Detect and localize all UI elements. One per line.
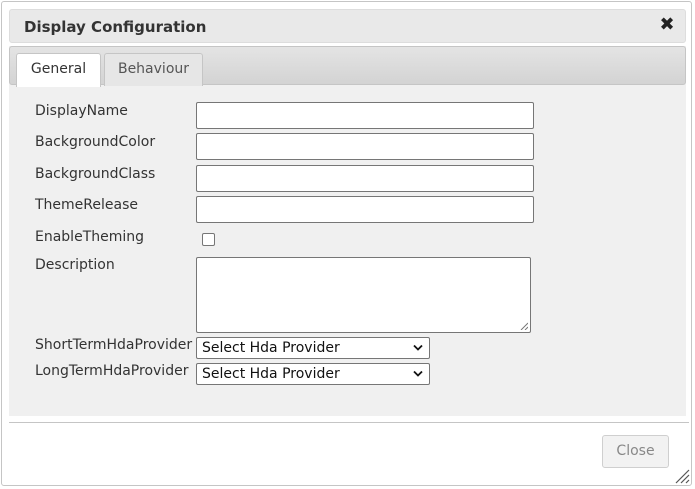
enable-theming-label: EnableTheming bbox=[35, 229, 145, 245]
display-configuration-dialog: Display Configuration ✖ General Behaviou… bbox=[1, 1, 692, 486]
short-term-hda-provider-label: ShortTermHdaProvider bbox=[35, 337, 193, 353]
dialog-title: Display Configuration bbox=[24, 18, 207, 36]
long-term-hda-provider-label: LongTermHdaProvider bbox=[35, 363, 189, 379]
background-color-input[interactable] bbox=[196, 133, 534, 160]
short-term-hda-provider-select[interactable]: Select Hda Provider bbox=[196, 337, 430, 359]
tab-behaviour[interactable]: Behaviour bbox=[104, 53, 203, 86]
display-name-input[interactable] bbox=[196, 102, 534, 129]
tab-general[interactable]: General bbox=[16, 53, 101, 87]
description-label: Description bbox=[35, 257, 115, 273]
textarea-resize-grip-icon[interactable] bbox=[520, 322, 528, 330]
long-term-hda-provider-select[interactable]: Select Hda Provider bbox=[196, 363, 430, 385]
theme-release-input[interactable] bbox=[196, 196, 534, 223]
dialog-resize-grip-icon[interactable] bbox=[674, 468, 690, 484]
description-textarea[interactable] bbox=[196, 257, 531, 333]
background-class-label: BackgroundClass bbox=[35, 166, 156, 182]
display-name-label: DisplayName bbox=[35, 103, 128, 119]
chevron-down-icon bbox=[413, 370, 423, 377]
close-button[interactable]: Close bbox=[602, 435, 669, 468]
short-term-hda-provider-value: Select Hda Provider bbox=[202, 340, 340, 356]
long-term-hda-provider-value: Select Hda Provider bbox=[202, 366, 340, 382]
tabs-container: General Behaviour DisplayName Background… bbox=[9, 46, 686, 416]
theme-release-label: ThemeRelease bbox=[35, 197, 138, 213]
background-class-input[interactable] bbox=[196, 165, 534, 192]
chevron-down-icon bbox=[413, 344, 423, 351]
close-x-icon[interactable]: ✖ bbox=[657, 15, 677, 35]
background-color-label: BackgroundColor bbox=[35, 134, 156, 150]
footer-divider bbox=[9, 422, 689, 423]
tab-bar: General Behaviour bbox=[9, 46, 686, 87]
dialog-titlebar[interactable]: Display Configuration ✖ bbox=[9, 9, 686, 43]
enable-theming-checkbox[interactable] bbox=[202, 233, 215, 246]
